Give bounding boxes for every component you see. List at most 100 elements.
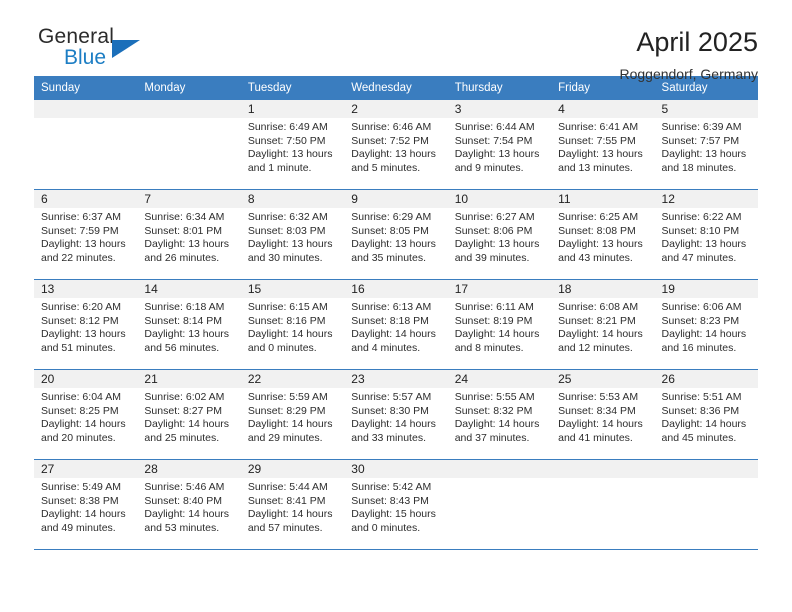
day-info: Sunrise: 5:44 AM Sunset: 8:41 PM Daylight:… bbox=[241, 478, 344, 535]
day-number: 11 bbox=[551, 190, 655, 208]
day-cell[interactable]: 14 Sunrise: 6:18 AM Sunset: 8:14 PM Dayligh… bbox=[137, 279, 241, 370]
sunrise-text: Sunrise: 6:46 AM bbox=[351, 121, 432, 133]
day-cell[interactable]: 23 Sunrise: 5:57 AM Sunset: 8:30 PM Dayligh… bbox=[344, 369, 448, 460]
day-info: Sunrise: 5:46 AM Sunset: 8:40 PM Daylight:… bbox=[137, 478, 240, 535]
sunset-text: Sunset: 8:10 PM bbox=[661, 224, 740, 237]
day-cell[interactable]: 4 Sunrise: 6:41 AM Sunset: 7:55 PM Daylight… bbox=[551, 100, 655, 190]
day-number: 26 bbox=[654, 370, 758, 388]
daylight-text: Daylight: 14 hours and 12 minutes. bbox=[558, 328, 643, 354]
sunset-text: Sunset: 7:59 PM bbox=[41, 224, 119, 237]
sunrise-text: Sunrise: 5:49 AM bbox=[41, 481, 121, 493]
day-number: 25 bbox=[551, 370, 655, 388]
sunset-text: Sunset: 8:40 PM bbox=[144, 494, 223, 507]
daylight-text: Daylight: 13 hours and 47 minutes. bbox=[661, 238, 747, 264]
day-info: Sunrise: 6:25 AM Sunset: 8:08 PM Daylight:… bbox=[551, 208, 654, 265]
day-cell[interactable]: 1 Sunrise: 6:49 AM Sunset: 7:50 PM Daylight… bbox=[240, 100, 345, 190]
daylight-text: Daylight: 14 hours and 53 minutes. bbox=[144, 508, 230, 534]
day-number: 16 bbox=[344, 280, 448, 298]
day-cell[interactable]: 11 Sunrise: 6:25 AM Sunset: 8:08 PM Dayligh… bbox=[551, 189, 655, 280]
day-cell[interactable]: 25 Sunrise: 5:53 AM Sunset: 8:34 PM Dayligh… bbox=[551, 369, 655, 460]
day-number: 20 bbox=[34, 370, 138, 388]
day-cell[interactable]: 30 Sunrise: 5:42 AM Sunset: 8:43 PM Dayligh… bbox=[344, 459, 448, 550]
day-cell[interactable]: 16 Sunrise: 6:13 AM Sunset: 8:18 PM Dayligh… bbox=[344, 279, 448, 370]
day-number: 17 bbox=[447, 280, 552, 298]
day-number: 18 bbox=[551, 280, 655, 298]
day-cell[interactable]: 19 Sunrise: 6:06 AM Sunset: 8:23 PM Dayligh… bbox=[654, 279, 758, 370]
day-cell[interactable]: 17 Sunrise: 6:11 AM Sunset: 8:19 PM Dayligh… bbox=[447, 279, 552, 370]
day-number: 2 bbox=[344, 100, 448, 118]
sunrise-text: Sunrise: 6:08 AM bbox=[558, 301, 639, 313]
day-cell[interactable]: 7 Sunrise: 6:34 AM Sunset: 8:01 PM Daylight… bbox=[137, 189, 241, 280]
day-number bbox=[551, 460, 655, 478]
day-number: 8 bbox=[240, 190, 345, 208]
day-info: Sunrise: 6:08 AM Sunset: 8:21 PM Daylight:… bbox=[551, 298, 654, 355]
day-number: 23 bbox=[344, 370, 448, 388]
day-cell[interactable]: 27 Sunrise: 5:49 AM Sunset: 8:38 PM Dayligh… bbox=[34, 459, 138, 550]
day-cell[interactable]: 22 Sunrise: 5:59 AM Sunset: 8:29 PM Dayligh… bbox=[240, 369, 345, 460]
calendar-week-row: 6 Sunrise: 6:37 AM Sunset: 7:59 PM Daylight… bbox=[34, 189, 758, 280]
title-block: April 2025 Roggendorf, Germany bbox=[619, 26, 758, 84]
daylight-text: Daylight: 14 hours and 49 minutes. bbox=[41, 508, 126, 534]
sunset-text: Sunset: 7:55 PM bbox=[558, 134, 636, 147]
day-info: Sunrise: 6:29 AM Sunset: 8:05 PM Daylight:… bbox=[344, 208, 447, 265]
day-info: Sunrise: 6:34 AM Sunset: 8:01 PM Daylight:… bbox=[137, 208, 240, 265]
calendar-body: 1 Sunrise: 6:49 AM Sunset: 7:50 PM Daylight… bbox=[34, 100, 758, 550]
day-cell[interactable]: 5 Sunrise: 6:39 AM Sunset: 7:57 PM Daylight… bbox=[654, 100, 758, 190]
day-cell[interactable]: 8 Sunrise: 6:32 AM Sunset: 8:03 PM Daylight… bbox=[240, 189, 345, 280]
daylight-text: Daylight: 14 hours and 41 minutes. bbox=[558, 418, 643, 444]
daylight-text: Daylight: 13 hours and 30 minutes. bbox=[247, 238, 333, 264]
day-cell[interactable]: 3 Sunrise: 6:44 AM Sunset: 7:54 PM Daylight… bbox=[447, 100, 552, 190]
sunrise-text: Sunrise: 5:51 AM bbox=[661, 391, 742, 403]
day-cell[interactable]: 13 Sunrise: 6:20 AM Sunset: 8:12 PM Dayligh… bbox=[34, 279, 138, 370]
day-cell[interactable]: 28 Sunrise: 5:46 AM Sunset: 8:40 PM Dayligh… bbox=[137, 459, 241, 550]
sunrise-text: Sunrise: 5:57 AM bbox=[351, 391, 432, 403]
brand-name-general: General bbox=[38, 25, 115, 48]
day-cell[interactable]: 21 Sunrise: 6:02 AM Sunset: 8:27 PM Dayligh… bbox=[137, 369, 241, 460]
day-cell[interactable]: 26 Sunrise: 5:51 AM Sunset: 8:36 PM Dayligh… bbox=[654, 369, 758, 460]
daylight-text: Daylight: 13 hours and 56 minutes. bbox=[144, 328, 230, 354]
calendar-week-row: 27 Sunrise: 5:49 AM Sunset: 8:38 PM Dayligh… bbox=[34, 459, 758, 550]
day-number: 24 bbox=[447, 370, 552, 388]
calendar-table: Sunday Monday Tuesday Wednesday Thursday Frid… bbox=[34, 76, 758, 550]
day-cell[interactable]: 24 Sunrise: 5:55 AM Sunset: 8:32 PM Dayligh… bbox=[447, 369, 552, 460]
day-cell[interactable]: 10 Sunrise: 6:27 AM Sunset: 8:06 PM Dayligh… bbox=[447, 189, 552, 280]
day-cell[interactable]: 12 Sunrise: 6:22 AM Sunset: 8:10 PM Dayligh… bbox=[654, 189, 758, 280]
day-number bbox=[137, 100, 241, 118]
day-cell[interactable]: 6 Sunrise: 6:37 AM Sunset: 7:59 PM Daylight… bbox=[34, 189, 138, 280]
day-cell[interactable]: 2 Sunrise: 6:46 AM Sunset: 7:52 PM Daylight… bbox=[344, 100, 448, 190]
day-info: Sunrise: 5:59 AM Sunset: 8:29 PM Daylight:… bbox=[241, 388, 344, 445]
day-cell[interactable]: 18 Sunrise: 6:08 AM Sunset: 8:21 PM Dayligh… bbox=[551, 279, 655, 370]
day-number bbox=[654, 460, 758, 478]
day-number bbox=[447, 460, 552, 478]
sunrise-text: Sunrise: 6:15 AM bbox=[247, 301, 328, 313]
sunrise-text: Sunrise: 6:11 AM bbox=[454, 301, 534, 313]
day-cell[interactable]: 15 Sunrise: 6:15 AM Sunset: 8:16 PM Dayligh… bbox=[240, 279, 345, 370]
sunrise-text: Sunrise: 6:32 AM bbox=[247, 211, 328, 223]
weekday-header-wednesday: Wednesday bbox=[344, 76, 448, 100]
day-number: 14 bbox=[137, 280, 241, 298]
sunrise-text: Sunrise: 6:25 AM bbox=[558, 211, 639, 223]
weekday-header-tuesday: Tuesday bbox=[240, 76, 345, 100]
day-info: Sunrise: 5:49 AM Sunset: 8:38 PM Daylight:… bbox=[34, 478, 137, 535]
sunset-text: Sunset: 7:54 PM bbox=[454, 134, 533, 147]
daylight-text: Daylight: 14 hours and 20 minutes. bbox=[41, 418, 126, 444]
sunrise-text: Sunrise: 6:44 AM bbox=[454, 121, 535, 133]
sunset-text: Sunset: 8:08 PM bbox=[558, 224, 636, 237]
daylight-text: Daylight: 13 hours and 35 minutes. bbox=[351, 238, 436, 264]
day-cell[interactable]: 29 Sunrise: 5:44 AM Sunset: 8:41 PM Dayligh… bbox=[240, 459, 345, 550]
sunset-text: Sunset: 8:03 PM bbox=[247, 224, 326, 237]
sunrise-text: Sunrise: 6:18 AM bbox=[144, 301, 225, 313]
sunset-text: Sunset: 8:05 PM bbox=[351, 224, 429, 237]
calendar-page: General Blue April 2025 Roggendorf, Germ… bbox=[0, 0, 792, 612]
daylight-text: Daylight: 13 hours and 13 minutes. bbox=[558, 148, 643, 174]
brand-name-blue: Blue bbox=[64, 46, 107, 69]
day-cell-empty bbox=[447, 459, 552, 550]
day-cell[interactable]: 9 Sunrise: 6:29 AM Sunset: 8:05 PM Daylight… bbox=[344, 189, 448, 280]
daylight-text: Daylight: 14 hours and 37 minutes. bbox=[454, 418, 540, 444]
day-number: 15 bbox=[240, 280, 345, 298]
sunrise-text: Sunrise: 6:37 AM bbox=[41, 211, 121, 223]
sunset-text: Sunset: 8:19 PM bbox=[454, 314, 533, 327]
day-cell[interactable]: 20 Sunrise: 6:04 AM Sunset: 8:25 PM Dayligh… bbox=[34, 369, 138, 460]
day-number: 13 bbox=[34, 280, 138, 298]
brand-logo[interactable]: General Blue bbox=[34, 26, 158, 82]
